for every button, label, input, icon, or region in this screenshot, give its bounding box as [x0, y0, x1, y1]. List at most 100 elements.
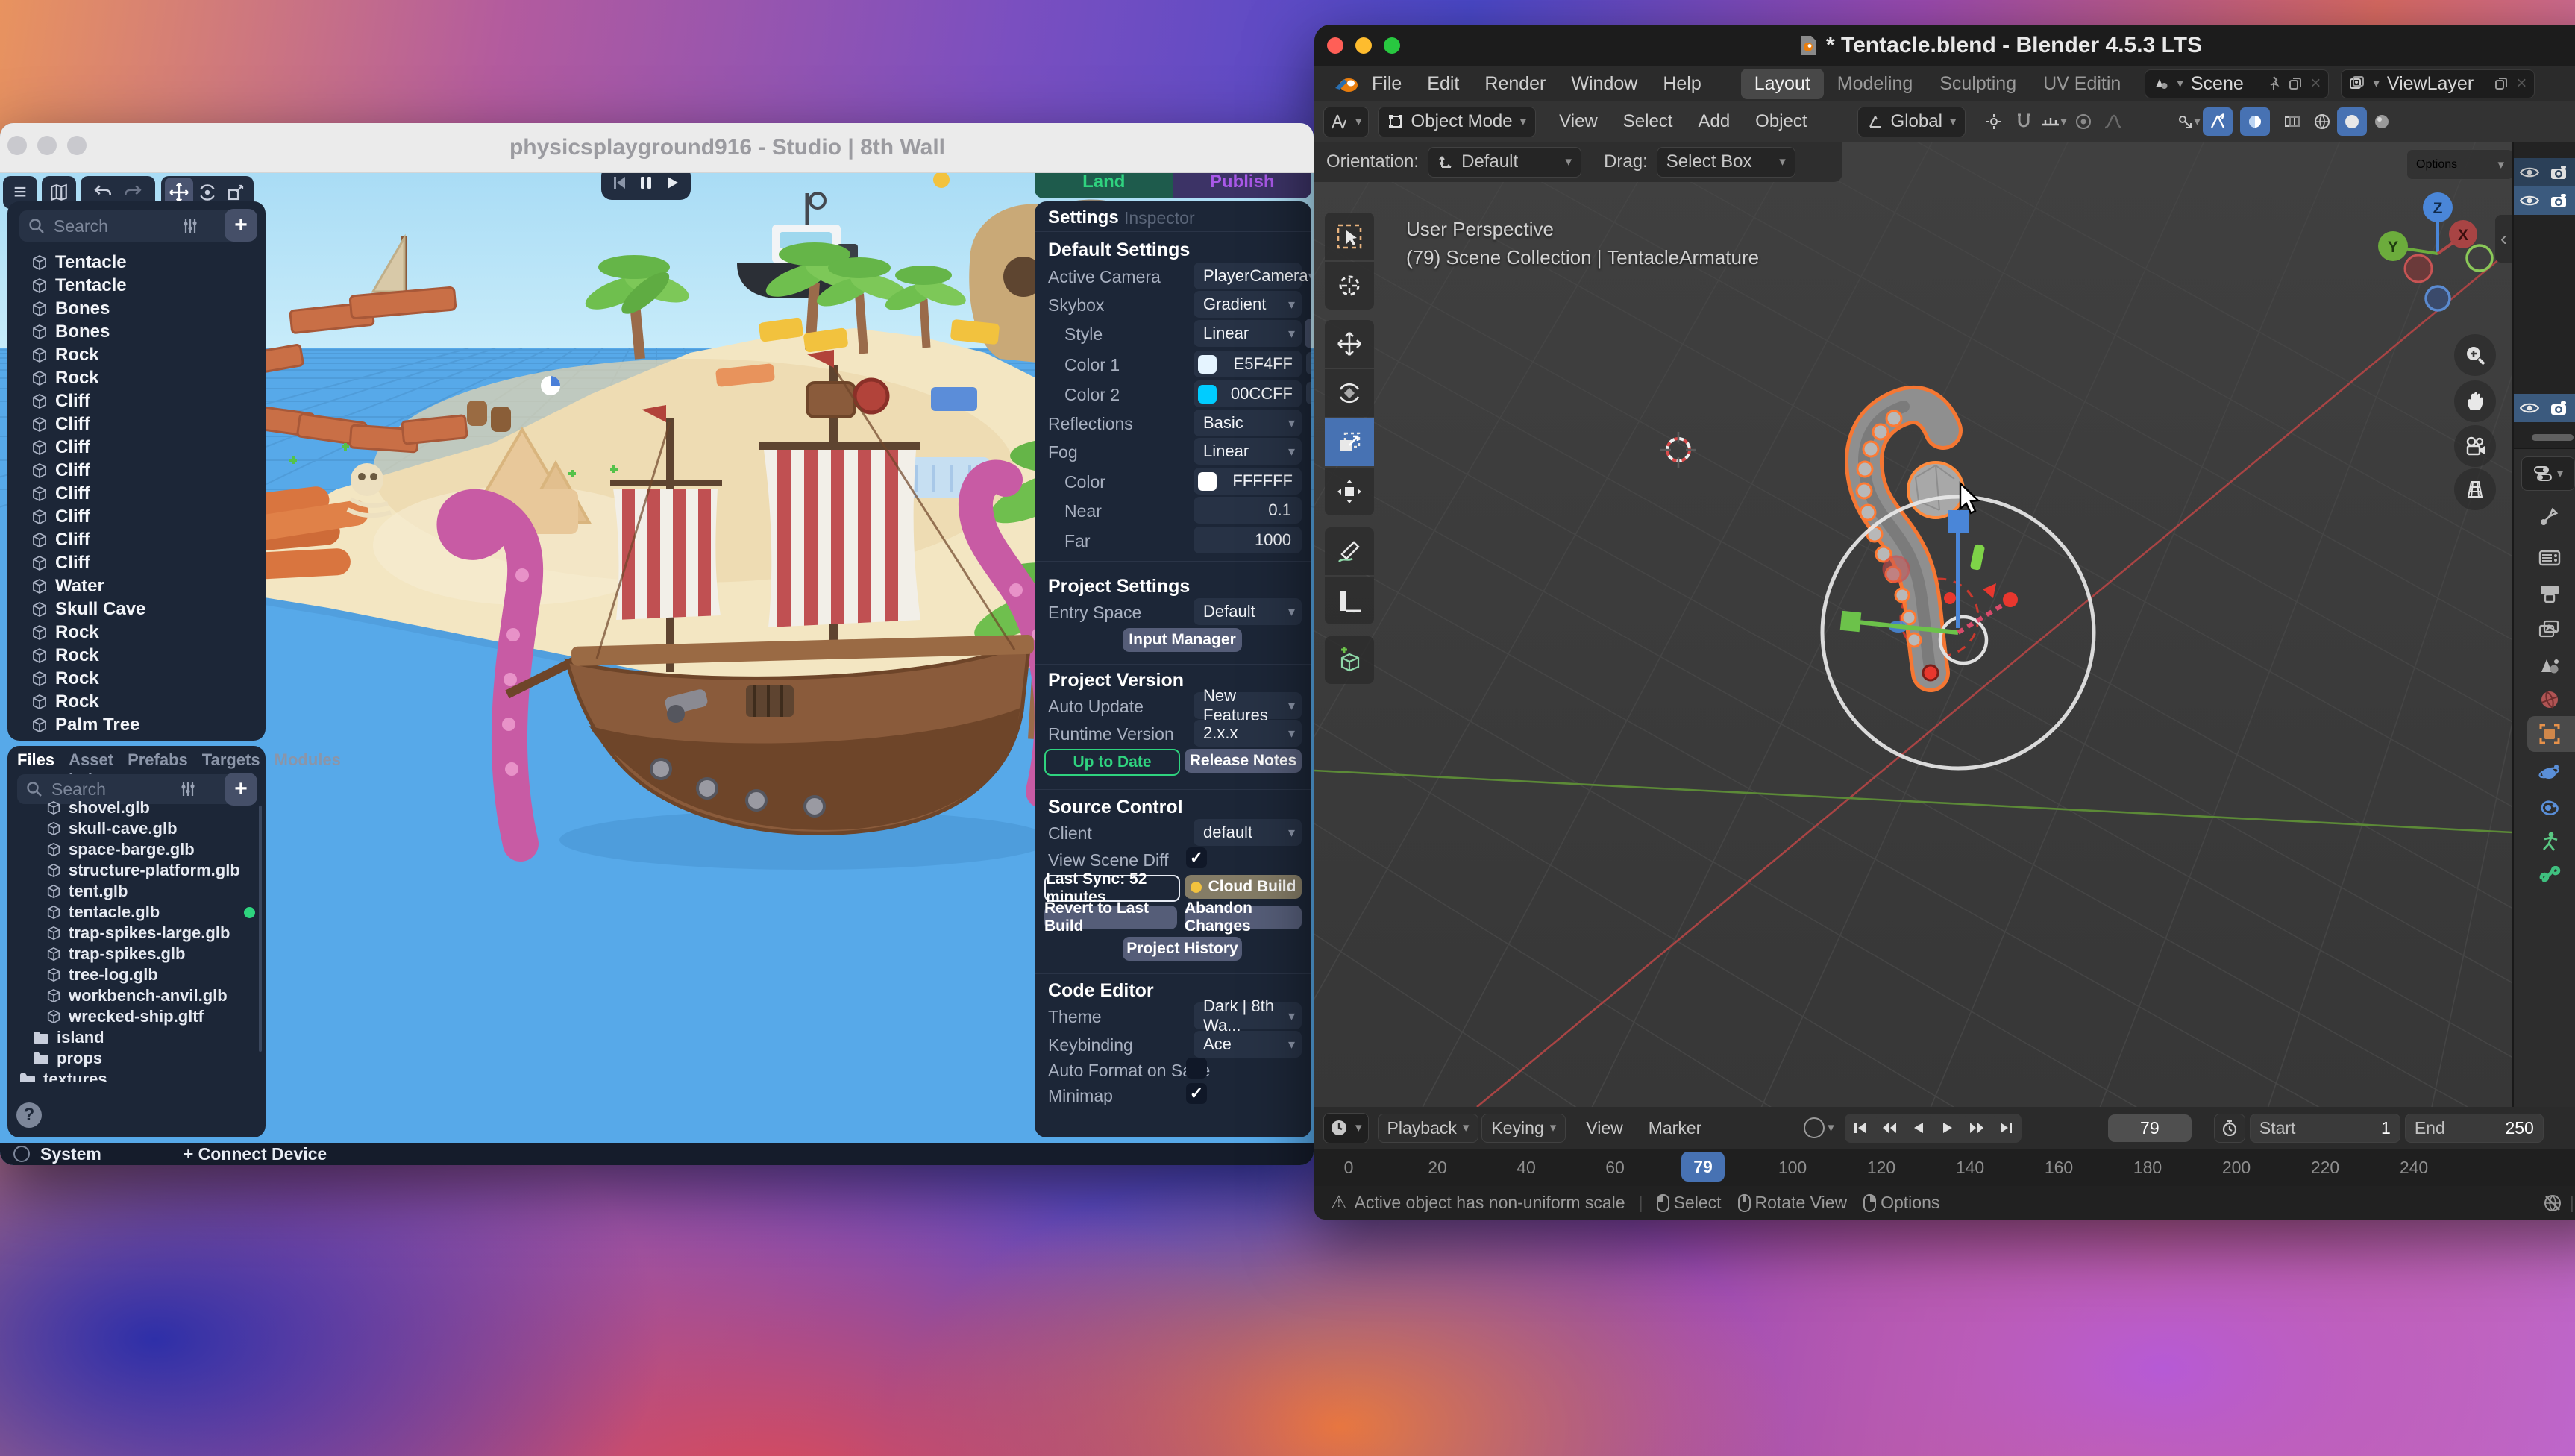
close-icon[interactable]: × — [2310, 73, 2321, 94]
object-tab-active[interactable] — [2535, 721, 2565, 747]
folder-item[interactable]: props — [33, 1048, 102, 1069]
style-select[interactable]: Linear▾ — [1194, 320, 1302, 347]
color1-delete-button[interactable] — [1306, 352, 1311, 374]
outliner-scrollbar[interactable] — [2532, 434, 2574, 441]
world-tab[interactable] — [2535, 686, 2565, 713]
bone-tab[interactable] — [2535, 862, 2565, 889]
orientation-select[interactable]: Default ▾ — [1428, 147, 1581, 178]
blender-3d-viewport[interactable]: Orientation: Default ▾ Drag: Select Box … — [1314, 142, 2512, 1107]
outliner-row-selected[interactable] — [2514, 186, 2575, 215]
jump-to-end-button[interactable] — [1992, 1116, 2019, 1140]
theme-select[interactable]: Dark | 8th Wa...▾ — [1194, 1002, 1302, 1029]
hierarchy-item[interactable]: Cliff — [7, 389, 266, 412]
toggle-ortho-button[interactable] — [2454, 468, 2496, 510]
window-minimize-button[interactable] — [1355, 37, 1372, 54]
system-label[interactable]: System — [40, 1144, 101, 1164]
auto-format-checkbox[interactable] — [1186, 1058, 1207, 1079]
window-zoom-button[interactable] — [67, 136, 87, 155]
keybinding-select[interactable]: Ace▾ — [1194, 1031, 1302, 1058]
transform-orientation-select[interactable]: Global ▾ — [1857, 107, 1966, 137]
hierarchy-item[interactable]: Tentacle — [7, 251, 266, 274]
sidebar-collapse-button[interactable]: ‹ — [2495, 215, 2512, 263]
shading-material-button[interactable] — [2367, 107, 2397, 136]
play-button[interactable] — [1934, 1116, 1961, 1140]
hierarchy-item[interactable]: Rock — [7, 343, 266, 366]
show-gizmo-dropdown[interactable]: ▾ — [2173, 107, 2203, 136]
pause-button[interactable] — [639, 175, 653, 190]
timeline-marker-menu[interactable]: Marker — [1636, 1118, 1715, 1138]
abandon-button[interactable]: Abandon Changes — [1185, 906, 1302, 929]
auto-update-select[interactable]: New Features▾ — [1194, 692, 1302, 719]
connect-device-button[interactable]: + Connect Device — [184, 1144, 327, 1164]
scene-selector[interactable]: ▾ Scene × — [2145, 69, 2329, 98]
help-button[interactable]: ? — [16, 1102, 42, 1128]
color-swatch[interactable] — [1198, 355, 1217, 374]
navigation-gizmo[interactable]: Z Y X — [2366, 186, 2500, 321]
input-manager-button[interactable]: Input Manager — [1123, 628, 1242, 652]
reflections-select[interactable]: Basic▾ — [1194, 410, 1302, 436]
file-item[interactable]: space-barge.glb — [46, 839, 195, 860]
cursor-tool[interactable] — [1325, 262, 1374, 310]
hierarchy-item[interactable]: Cliff — [7, 459, 266, 482]
file-item[interactable]: workbench-anvil.glb — [46, 985, 228, 1006]
hierarchy-add-button[interactable]: + — [225, 209, 257, 242]
hierarchy-item[interactable]: Cliff — [7, 412, 266, 436]
rotate-tool[interactable] — [1325, 369, 1374, 417]
runtime-version-select[interactable]: 2.x.x▾ — [1194, 720, 1302, 747]
jump-to-start-button[interactable] — [1847, 1116, 1874, 1140]
workspace-tab-modeling[interactable]: Modeling — [1824, 69, 1926, 99]
near-field[interactable]: 0.1 — [1194, 497, 1302, 524]
proportional-editing-button[interactable] — [2069, 107, 2098, 136]
active-camera-select[interactable]: PlayerCamera▾ — [1194, 263, 1302, 289]
physics-tab[interactable] — [2535, 759, 2565, 786]
scene-tab[interactable] — [2535, 652, 2565, 679]
zoom-button[interactable] — [2454, 334, 2496, 376]
file-item[interactable]: tent.glb — [46, 881, 128, 902]
fog-select[interactable]: Linear▾ — [1194, 438, 1302, 465]
pan-hand-button[interactable] — [2454, 380, 2496, 422]
play-button[interactable] — [665, 175, 680, 190]
style-add-button[interactable] — [1305, 318, 1311, 348]
filter-icon[interactable] — [182, 218, 198, 234]
fog-color-field[interactable]: FFFFFF — [1194, 468, 1302, 495]
output-tab[interactable] — [2535, 580, 2565, 607]
folder-item[interactable]: textures — [19, 1069, 107, 1082]
camera-view-button[interactable] — [2454, 425, 2496, 467]
folder-item[interactable]: island — [33, 1027, 104, 1048]
color1-field[interactable]: E5F4FF — [1194, 351, 1302, 377]
hierarchy-search-input[interactable] — [52, 216, 175, 237]
studio-titlebar[interactable]: physicsplayground916 - Studio | 8th Wall — [0, 123, 1314, 173]
file-item[interactable]: trap-spikes.glb — [46, 944, 185, 964]
blender-titlebar[interactable]: * Tentacle.blend - Blender 4.5.3 LTS — [1314, 25, 2575, 66]
filter-icon[interactable] — [180, 781, 196, 797]
hierarchy-item[interactable]: Skull Cave — [7, 597, 266, 621]
drag-select[interactable]: Select Box ▾ — [1657, 147, 1795, 178]
window-close-button[interactable] — [1327, 37, 1343, 54]
render-tab[interactable] — [2535, 545, 2565, 571]
playback-menu[interactable]: Playback▾ — [1378, 1114, 1479, 1143]
hierarchy-item[interactable]: Rock — [7, 621, 266, 644]
menu-view[interactable]: View — [1546, 111, 1610, 132]
snap-magnet-button[interactable] — [2009, 107, 2039, 136]
timeline-view-menu[interactable]: View — [1573, 1118, 1635, 1138]
hierarchy-item[interactable]: Bones — [7, 297, 266, 320]
annotate-tool[interactable] — [1325, 527, 1374, 575]
transform-tool[interactable] — [1325, 468, 1374, 515]
window-minimize-button[interactable] — [37, 136, 57, 155]
menu-file[interactable]: File — [1359, 73, 1414, 95]
menu-object[interactable]: Object — [1743, 111, 1819, 132]
file-item[interactable]: structure-platform.glb — [46, 860, 240, 881]
revert-button[interactable]: Revert to Last Build — [1044, 906, 1177, 929]
scale-y-handle[interactable] — [1840, 611, 1862, 633]
prev-keyframe-button[interactable] — [1876, 1116, 1903, 1140]
shading-solid-button[interactable] — [2337, 107, 2367, 136]
viewlayer-tab[interactable] — [2535, 616, 2565, 643]
skybox-select[interactable]: Gradient▾ — [1194, 291, 1302, 318]
file-item[interactable]: shovel.glb — [46, 797, 150, 818]
window-close-button[interactable] — [7, 136, 27, 155]
hierarchy-item[interactable]: Cliff — [7, 505, 266, 528]
project-history-button[interactable]: Project History — [1123, 937, 1242, 961]
color2-delete-button[interactable] — [1306, 382, 1311, 404]
hierarchy-item[interactable]: Cliff — [7, 528, 266, 551]
close-icon[interactable]: × — [2516, 73, 2527, 94]
